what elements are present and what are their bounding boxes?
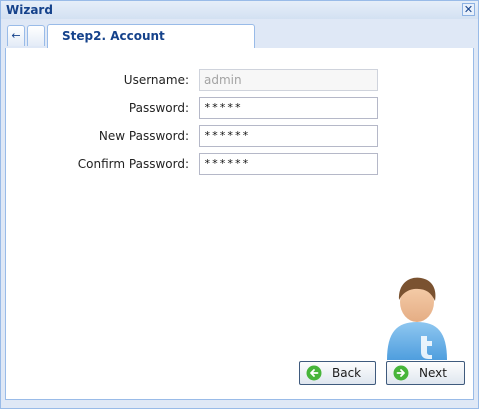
- password-field[interactable]: *****: [199, 97, 378, 119]
- tab-step2-account[interactable]: Step2. Account: [47, 24, 255, 49]
- confirm-password-field[interactable]: ******: [199, 153, 378, 175]
- account-panel: Username: admin Password: ***** New Pass…: [5, 48, 474, 400]
- close-icon[interactable]: ✕: [462, 3, 475, 16]
- tab-label: Step2. Account: [62, 29, 165, 43]
- new-password-row: New Password: ******: [6, 125, 475, 149]
- next-button[interactable]: Next: [386, 361, 465, 385]
- wizard-window: Wizard ✕ ← Step2. Account Username: admi…: [0, 0, 479, 409]
- window-title: Wizard: [6, 3, 53, 17]
- tab-bar: ← Step2. Account: [5, 23, 474, 49]
- password-row: Password: *****: [6, 97, 475, 121]
- next-button-label: Next: [419, 366, 447, 380]
- arrow-left-icon[interactable]: ←: [7, 25, 25, 46]
- next-arrow-icon: [393, 365, 409, 381]
- back-arrow-icon: [306, 365, 322, 381]
- password-label: Password:: [128, 101, 189, 115]
- confirm-password-row: Confirm Password: ******: [6, 153, 475, 177]
- confirm-password-label: Confirm Password:: [77, 157, 189, 171]
- username-field: admin: [199, 69, 378, 91]
- new-password-field[interactable]: ******: [199, 125, 378, 147]
- username-row: Username: admin: [6, 69, 475, 93]
- tab-step1[interactable]: [27, 25, 45, 46]
- user-avatar-icon: [387, 277, 447, 360]
- title-bar: Wizard ✕: [1, 1, 478, 19]
- back-button-label: Back: [332, 366, 362, 380]
- new-password-label: New Password:: [98, 129, 189, 143]
- username-label: Username:: [123, 73, 189, 87]
- back-button[interactable]: Back: [299, 361, 376, 385]
